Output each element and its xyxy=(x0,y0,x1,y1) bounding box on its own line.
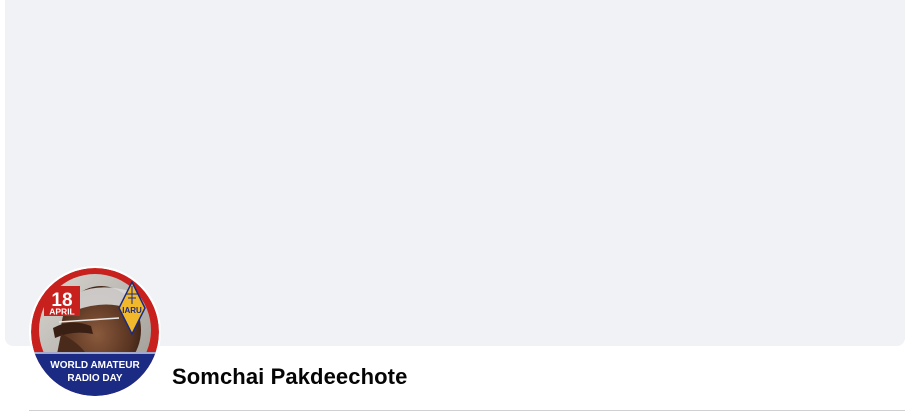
date-badge: 18 APRIL xyxy=(44,286,80,317)
badge-month-text: APRIL xyxy=(49,307,75,317)
header-divider xyxy=(29,410,905,411)
profile-page: 18 APRIL IARU WORLD AMATEUR RADIO DAY So… xyxy=(0,0,905,419)
iaru-logo-text: IARU xyxy=(122,306,142,315)
profile-avatar[interactable]: 18 APRIL IARU WORLD AMATEUR RADIO DAY xyxy=(31,268,159,396)
badge-line2-text: RADIO DAY xyxy=(67,373,123,384)
badge-line1-text: WORLD AMATEUR xyxy=(50,360,140,371)
avatar-border: 18 APRIL IARU WORLD AMATEUR RADIO DAY xyxy=(29,266,161,398)
profile-name[interactable]: Somchai Pakdeechote xyxy=(172,364,407,390)
avatar-image: 18 APRIL IARU WORLD AMATEUR RADIO DAY xyxy=(31,268,159,396)
